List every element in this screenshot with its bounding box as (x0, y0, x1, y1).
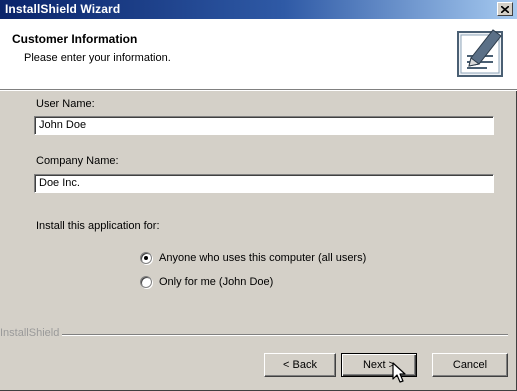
page-subtitle: Please enter your information. (24, 52, 171, 64)
back-button-label: < Back (283, 359, 317, 371)
window-title: InstallShield Wizard (5, 2, 121, 16)
radio-all-users[interactable]: Anyone who uses this computer (all users… (140, 250, 366, 266)
installer-window: InstallShield Wizard Customer Informatio… (0, 0, 517, 391)
user-name-label: User Name: (36, 98, 95, 110)
user-name-field[interactable]: John Doe (34, 116, 494, 135)
radio-only-me-label: Only for me (John Doe) (159, 276, 274, 288)
radio-all-users-label: Anyone who uses this computer (all users… (159, 252, 367, 264)
close-icon (501, 5, 509, 13)
radio-button-selected[interactable] (140, 252, 152, 264)
radio-only-me[interactable]: Only for me (John Doe) (140, 274, 273, 290)
title-bar[interactable]: InstallShield Wizard (0, 0, 517, 19)
wizard-header: Customer Information Please enter your i… (0, 19, 517, 90)
next-button-label: Next > (362, 359, 396, 371)
install-for-label: Install this application for: (36, 220, 160, 232)
cancel-button[interactable]: Cancel (432, 353, 508, 377)
radio-dot-icon (144, 256, 148, 260)
radio-button-unselected[interactable] (140, 276, 152, 288)
page-title: Customer Information (12, 32, 138, 46)
back-button[interactable]: < Back (264, 353, 336, 377)
next-button[interactable]: Next > (341, 353, 417, 377)
header-divider (0, 90, 517, 91)
cancel-button-label: Cancel (452, 359, 488, 371)
company-name-field[interactable]: Doe Inc. (34, 174, 494, 193)
company-name-label: Company Name: (36, 155, 119, 167)
footer-divider-highlight (62, 335, 508, 336)
installshield-brand: InstallShield (0, 327, 60, 339)
installer-form-icon (457, 29, 503, 77)
close-button[interactable] (497, 2, 513, 16)
